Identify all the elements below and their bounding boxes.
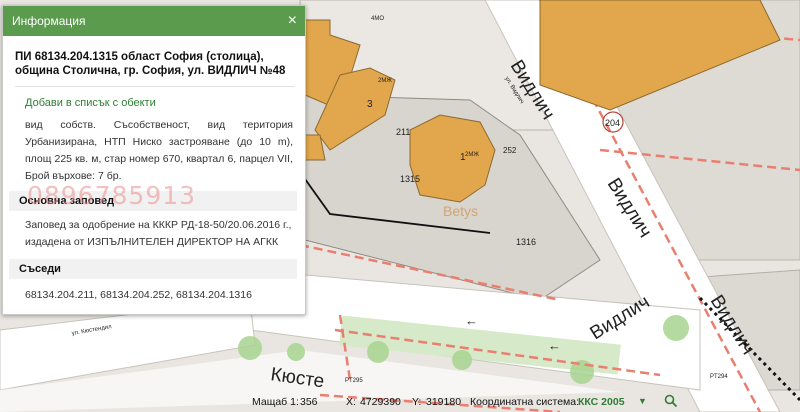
neighbors-text: 68134.204.211, 68134.204.252, 68134.204.… [25,289,252,301]
neighbors-section-heading: Съседи [9,259,297,279]
direction-arrow: ← [548,338,561,353]
info-panel: Информация × ПИ 68134.204.1315 област Со… [2,5,306,315]
parcel-number-252: 252 [503,146,517,155]
y-label: Y: [412,396,422,408]
status-bar: Мащаб 1: 356 X: 4729390 Y: 319180 Коорди… [0,392,800,412]
order-text: Заповед за одобрение на КККР РД-18-50/20… [25,219,292,248]
chevron-down-icon[interactable]: ▼ [638,396,647,406]
building-type-1: 2МЖ [465,152,479,158]
parcel-number-1316: 1316 [516,237,536,247]
parcel-number-204: 204 [605,118,620,128]
parcel-description: вид собств. Съсобственост, вид територия… [25,119,293,182]
building-type-3: 2МЖ [378,78,392,84]
crs-value[interactable]: ККС 2005 [578,396,625,408]
direction-arrow: ← [465,313,478,328]
info-panel-header: Информация × [3,6,305,36]
crs-label: Координатна система: [470,396,580,408]
x-value: 4729390 [360,396,401,408]
scale-label: Мащаб 1: [252,396,299,408]
parcel-number-1315: 1315 [400,174,420,184]
search-icon[interactable] [664,394,678,411]
scale-value: 356 [300,396,318,408]
building-type-mo: 4МО [371,16,384,22]
point-label-pt295: PT295 [345,378,363,384]
x-label: X: [346,396,356,408]
add-to-list-link[interactable]: Добави в списък с обекти [25,97,293,109]
close-icon[interactable]: × [288,13,297,29]
point-label-pt294: PT294 [710,374,728,380]
y-value: 319180 [426,396,462,408]
info-panel-title: Информация [12,14,86,28]
parcel-title: ПИ 68134.204.1315 област София (столица)… [15,50,295,87]
building-label-3: 3 [367,99,373,110]
parcel-number-211: 211 [396,127,410,137]
order-section-heading: Основна заповед [9,191,297,211]
